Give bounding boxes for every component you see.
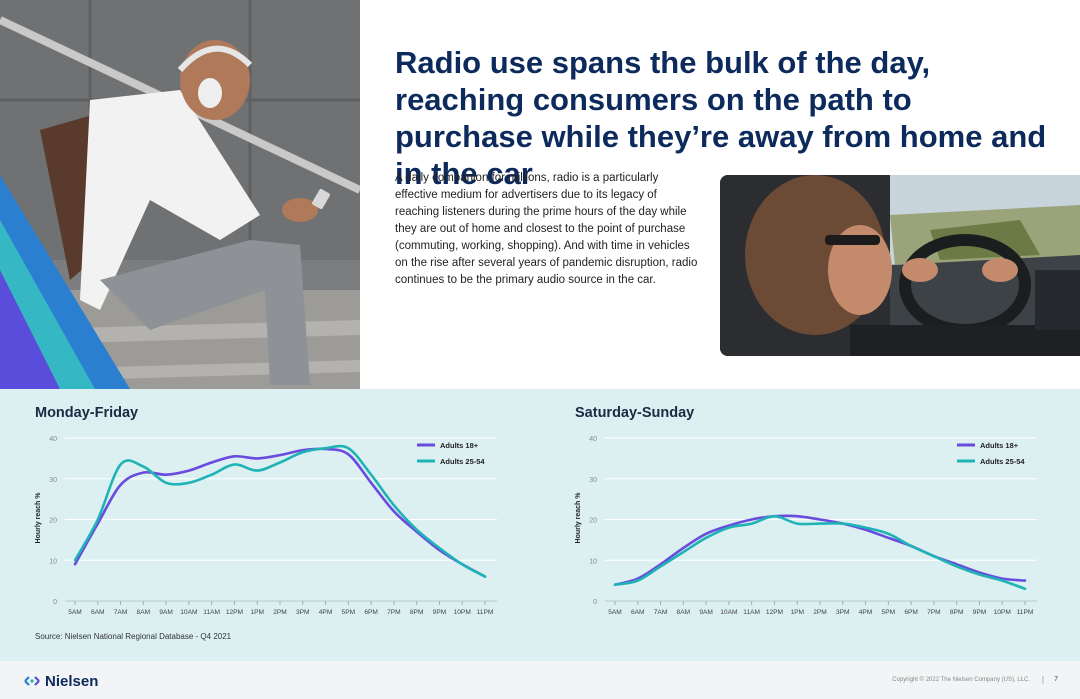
x-tick-label: 1PM [250,609,264,616]
x-tick-label: 5PM [342,609,356,616]
y-tick-label: 20 [589,518,597,525]
chart-title-monday-friday: Monday-Friday [35,405,139,421]
x-tick-label: 4PM [859,609,873,616]
x-tick-label: 8PM [950,609,964,616]
x-tick-label: 4PM [319,609,333,616]
y-tick-label: 10 [49,558,57,565]
footer-separator: | [1041,675,1044,684]
series-line-adults2554 [73,444,487,578]
x-tick-label: 7PM [387,609,401,616]
photo-woman-driving-image [720,175,1080,356]
y-axis-label: Hourly reach % [35,492,42,544]
x-tick-label: 11PM [477,609,494,616]
x-tick-label: 6PM [364,609,378,616]
chart-legend: Adults 18+ Adults 25-54 [417,441,485,466]
photo-man-headphones [0,0,360,389]
x-tick-label: 7PM [927,609,941,616]
x-tick-label: 9AM [699,609,713,616]
x-tick-label: 11AM [203,609,220,616]
series-line-adults18 [613,514,1027,586]
copyright-text: Copyright © 2022 The Nielsen Company (US… [892,677,1030,683]
x-tick-label: 7AM [654,609,668,616]
photo-woman-driving [720,175,1080,356]
chart-legend: Adults 18+ Adults 25-54 [957,441,1025,466]
x-tick-label: 10PM [454,609,471,616]
y-tick-label: 10 [589,558,597,565]
x-tick-label: 9AM [159,609,173,616]
series-line-adults18 [73,447,487,578]
x-tick-label: 5AM [68,609,82,616]
x-tick-label: 6AM [91,609,105,616]
x-tick-label: 5AM [608,609,622,616]
nielsen-logo: Nielsen [23,672,98,690]
x-tick-label: 2PM [813,609,827,616]
x-tick-label: 11PM [1017,609,1034,616]
y-tick-labels: 0 10 20 30 40 [589,436,597,606]
x-tick-label: 3PM [836,609,850,616]
x-tick-label: 8AM [137,609,151,616]
x-tick-label: 5PM [882,609,896,616]
photo-man-headphones-image [0,0,360,389]
legend-label-adults-18: Adults 18+ [980,441,1019,450]
y-tick-label: 0 [53,599,57,606]
y-tick-labels: 0 10 20 30 40 [49,436,57,606]
x-tick-label: 1PM [790,609,804,616]
y-axis-label: Hourly reach % [575,492,582,544]
chart-title-saturday-sunday: Saturday-Sunday [575,405,695,421]
x-tick-label: 6AM [631,609,645,616]
x-tick-label: 6PM [904,609,918,616]
y-tick-label: 30 [49,477,57,484]
x-tick-label: 8PM [410,609,424,616]
source-note: Source: Nielsen National Regional Databa… [35,632,232,641]
series-lines [613,514,1027,591]
legend-label-adults-25-54: Adults 25-54 [440,457,485,466]
x-tick-label: 10AM [720,609,737,616]
x-tick-label: 12PM [226,609,243,616]
x-tick-label: 11AM [743,609,760,616]
legend-label-adults-18: Adults 18+ [440,441,479,450]
x-tick-labels: 5AM 6AM 7AM 8AM 9AM 10AM 11AM 12PM 1PM 2PM 3PM 4PM 5… [68,601,493,616]
nielsen-logo-text: Nielsen [45,672,99,690]
legend-label-adults-25-54: Adults 25-54 [980,457,1025,466]
x-tick-label: 2PM [273,609,287,616]
series-lines [73,444,487,578]
page-number: 7 [1054,676,1058,683]
nielsen-logo-icon [24,676,40,686]
chart-monday-friday: 0 10 20 30 40 5AM 6AM 7AM 8AM 9AM 10AM 11AM 12PM 1PM… [35,436,497,616]
x-tick-label: 12PM [766,609,783,616]
y-tick-label: 40 [49,436,57,443]
y-tick-label: 30 [589,477,597,484]
intro-paragraph: A daily companion for millions, radio is… [395,172,698,286]
x-tick-label: 3PM [296,609,310,616]
y-tick-label: 0 [593,599,597,606]
x-tick-label: 10PM [994,609,1011,616]
y-tick-label: 20 [49,518,57,525]
y-tick-label: 40 [589,436,597,443]
x-tick-label: 7AM [114,609,128,616]
x-tick-labels: 5AM 6AM 7AM 8AM 9AM 10AM 11AM 12PM 1PM 2PM 3PM 4PM 5… [608,601,1033,616]
x-tick-label: 9PM [973,609,987,616]
chart-saturday-sunday: 0 10 20 30 40 5AM 6AM 7AM 8AM 9AM 10AM 11AM 12PM 1PM… [575,436,1037,616]
x-tick-label: 9PM [433,609,447,616]
x-tick-label: 10AM [180,609,197,616]
x-tick-label: 8AM [677,609,691,616]
